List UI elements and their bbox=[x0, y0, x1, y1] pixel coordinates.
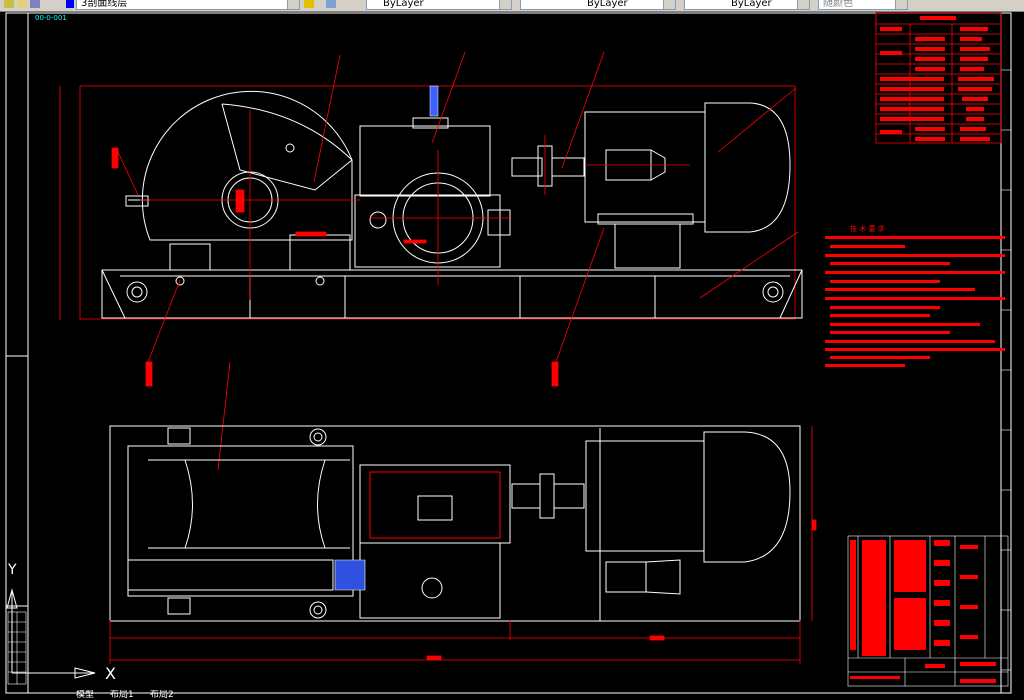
color-dropdown[interactable]: ByLayer bbox=[366, 0, 512, 10]
lineweight-dropdown[interactable]: ByLayer bbox=[684, 0, 810, 10]
plotstyle-dropdown[interactable]: 随颜色 bbox=[818, 0, 908, 10]
hatched-section bbox=[334, 559, 366, 591]
tab-model[interactable]: 模型 bbox=[76, 690, 94, 700]
sheet-border bbox=[5, 12, 1012, 694]
make-current-icon[interactable] bbox=[304, 0, 314, 8]
chevron-down-icon[interactable] bbox=[663, 0, 675, 9]
chevron-down-icon[interactable] bbox=[895, 0, 907, 9]
layout-tabs: 模型 布局1 布局2 bbox=[0, 690, 220, 700]
tech-notes-text bbox=[825, 236, 1005, 367]
tech-notes-title: 技 术 要 求 bbox=[850, 224, 885, 233]
ucs-y-axis-label: Y bbox=[8, 562, 17, 578]
color-square-icon bbox=[66, 0, 74, 8]
front-view bbox=[79, 85, 803, 320]
layer-state-icon[interactable] bbox=[4, 0, 14, 8]
layer-name: 3剖面线层 bbox=[81, 0, 128, 9]
front-annotations bbox=[111, 51, 799, 471]
plotstyle-control-value: 随颜色 bbox=[823, 0, 853, 9]
tab-layout1[interactable]: 布局1 bbox=[110, 690, 134, 700]
linetype-control-value: ByLayer bbox=[587, 0, 628, 9]
tab-layout2[interactable]: 布局2 bbox=[150, 690, 174, 700]
sun-icon[interactable] bbox=[17, 0, 27, 8]
ucs-x-axis-label: X bbox=[105, 664, 116, 683]
lock-icon[interactable] bbox=[30, 0, 40, 8]
lineweight-control-value: ByLayer bbox=[731, 0, 772, 9]
zone-ticks bbox=[1001, 69, 1011, 671]
layer-dropdown[interactable]: 3剖面线层 bbox=[76, 0, 300, 10]
chevron-down-icon[interactable] bbox=[287, 0, 299, 9]
parts-list-entries bbox=[850, 540, 996, 683]
color-control-value: ByLayer bbox=[383, 0, 424, 9]
chevron-down-icon[interactable] bbox=[797, 0, 809, 9]
top-view bbox=[109, 425, 801, 622]
linetype-dropdown[interactable]: ByLayer bbox=[520, 0, 676, 10]
ucs-icon bbox=[6, 588, 96, 679]
chevron-down-icon[interactable] bbox=[499, 0, 511, 9]
layer-previous-icon[interactable] bbox=[326, 0, 336, 8]
drawing-canvas[interactable]: 技 术 要 求 bbox=[0, 11, 1024, 700]
spec-table-text bbox=[880, 16, 994, 141]
handle-lever bbox=[429, 85, 439, 117]
drawing-number-label: 00-0-001 bbox=[35, 14, 67, 22]
